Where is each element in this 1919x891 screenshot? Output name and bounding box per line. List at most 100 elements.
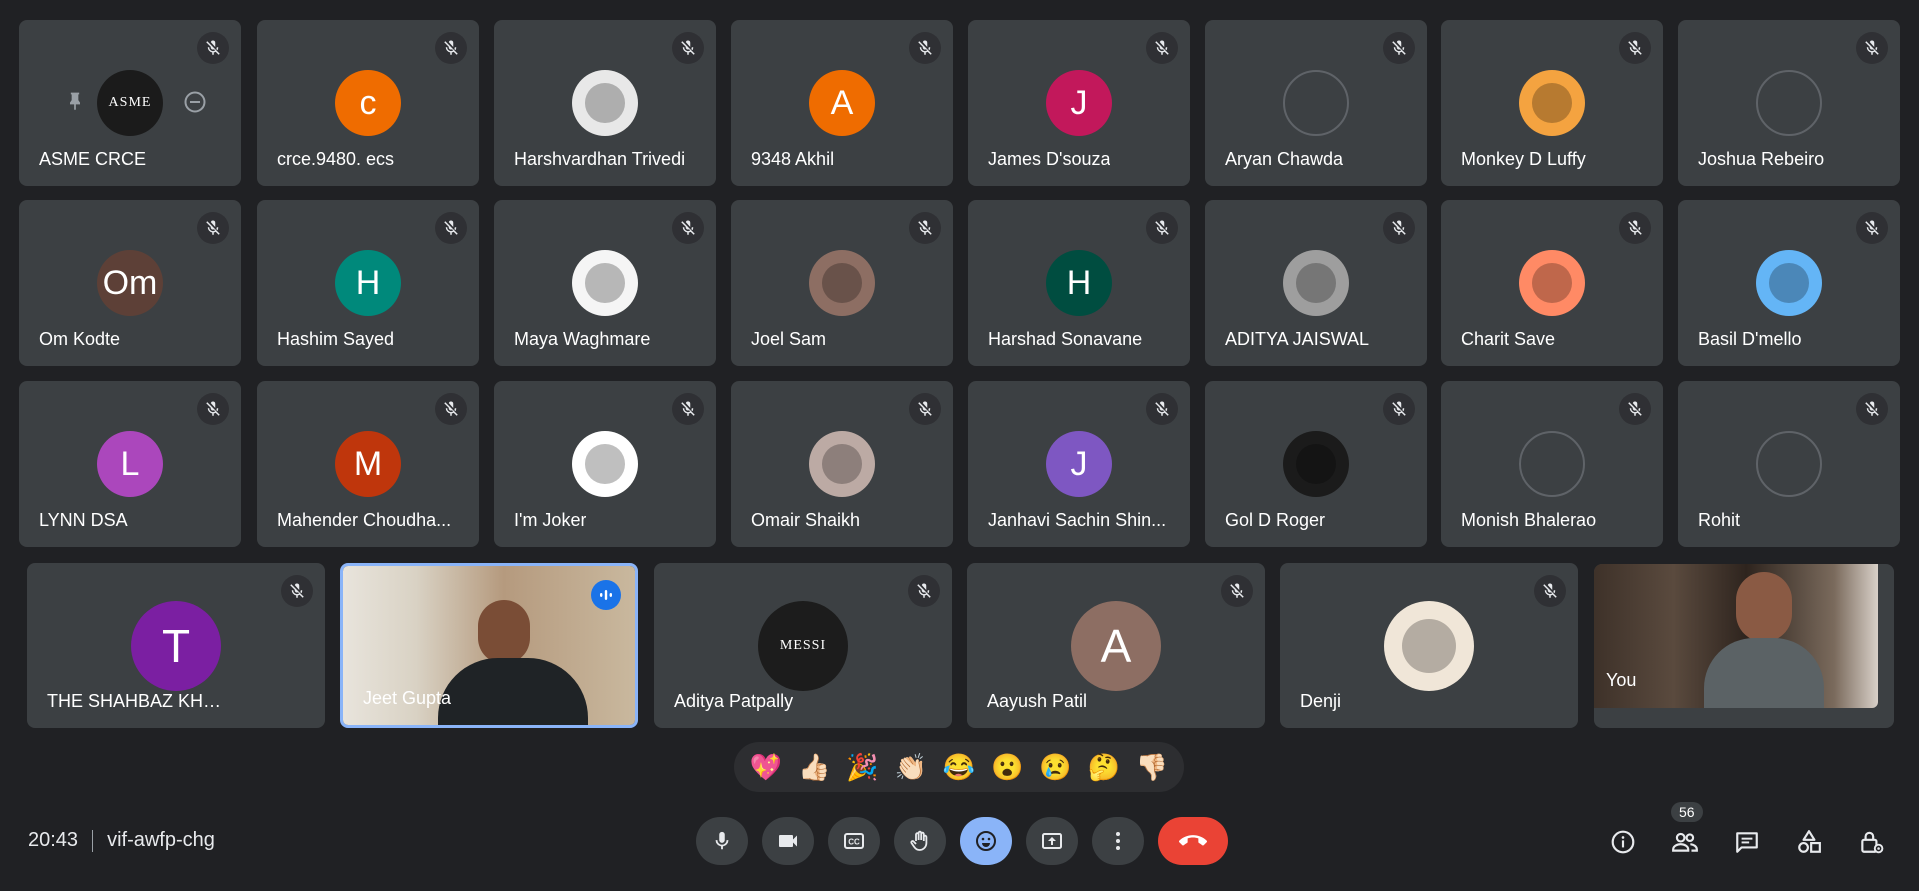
participant-name: Harshad Sonavane [988, 329, 1143, 349]
reaction-emoji[interactable]: 💖 [750, 752, 782, 783]
raise-hand-button[interactable] [894, 817, 946, 865]
more-options-button[interactable] [1092, 817, 1144, 865]
self-video [1594, 564, 1878, 708]
participant-tile-omair-shaikh[interactable]: Omair Shaikh [731, 381, 953, 547]
participant-tile-aditya-jaiswal[interactable]: ADITYA JAISWAL [1205, 200, 1427, 366]
speaking-indicator [591, 580, 621, 610]
participant-name: THE SHAHBAZ KHAN [47, 691, 227, 711]
info-button[interactable] [1603, 822, 1643, 862]
pin-button[interactable] [65, 90, 85, 112]
camera-button[interactable] [762, 817, 814, 865]
reaction-emoji[interactable]: 😢 [1039, 752, 1071, 783]
participant-shoulders [438, 658, 588, 725]
captions-button[interactable]: CC [828, 817, 880, 865]
mic-off-icon [1543, 583, 1557, 598]
mic-off-icon [290, 583, 304, 598]
end-call-button[interactable] [1158, 817, 1228, 865]
self-view-tile[interactable]: You [1594, 564, 1894, 728]
participant-tile-monkey-d-luffy[interactable]: Monkey D Luffy [1441, 20, 1663, 186]
participant-tile-aryan-chawda[interactable]: Aryan Chawda [1205, 20, 1427, 186]
muted-indicator [1383, 393, 1415, 425]
participant-tile-jeet-gupta[interactable]: Jeet Gupta [340, 563, 638, 728]
participant-tile-aditya-patpally[interactable]: MESSI Aditya Patpally [654, 563, 952, 728]
participant-tile-monish-bhalerao[interactable]: Monish Bhalerao [1441, 381, 1663, 547]
mic-off-icon [918, 401, 932, 416]
mic-off-icon [206, 220, 220, 235]
participant-name: Om Kodte [39, 329, 121, 349]
participant-tile-crce-9480-ecs[interactable]: c crce.9480. ecs [257, 20, 479, 186]
activities-button[interactable] [1789, 822, 1829, 862]
reaction-emoji[interactable]: 👏🏻 [895, 752, 927, 783]
mic-off-icon [1155, 220, 1169, 235]
emoji-button[interactable] [960, 817, 1012, 865]
participant-tile-hashim-sayed[interactable]: H Hashim Sayed [257, 200, 479, 366]
profile-photo [585, 263, 625, 303]
participant-tile-the-shahbaz-khan[interactable]: T THE SHAHBAZ KHAN [27, 563, 325, 728]
reaction-emoji[interactable]: 👍🏻 [798, 752, 830, 783]
avatar [1283, 250, 1349, 316]
avatar [1519, 70, 1585, 136]
participant-tile-denji[interactable]: Denji [1280, 563, 1578, 728]
participant-tile-asme-crce[interactable]: ASME ASME CRCE [19, 20, 241, 186]
participant-name: Gol D Roger [1225, 510, 1326, 530]
participant-name: James D'souza [988, 149, 1111, 169]
reaction-emoji[interactable]: 😂 [943, 752, 975, 783]
participant-tile-basil-d-mello[interactable]: Basil D'mello [1678, 200, 1900, 366]
participant-tile-harshad-sonavane[interactable]: H Harshad Sonavane [968, 200, 1190, 366]
people-button[interactable]: 56 [1665, 802, 1705, 862]
mic-off-icon [917, 583, 931, 598]
muted-indicator [1856, 32, 1888, 64]
muted-indicator [435, 212, 467, 244]
participant-tile-om-kodte[interactable]: Om Om Kodte [19, 200, 241, 366]
participant-face [478, 600, 530, 664]
avatar [572, 431, 638, 497]
raise-hand-icon [910, 830, 928, 851]
avatar: c [335, 70, 401, 136]
participant-tile-aayush-patil[interactable]: A Aayush Patil [967, 563, 1265, 728]
mic-button[interactable] [696, 817, 748, 865]
muted-indicator [908, 575, 940, 607]
svg-text:CC: CC [848, 838, 860, 847]
participant-tile-rohit[interactable]: Rohit [1678, 381, 1900, 547]
meeting-time: 20:43 [28, 829, 79, 851]
participant-name: LYNN DSA [39, 510, 128, 530]
mic-off-icon [1865, 40, 1879, 55]
reaction-emoji[interactable]: 👎🏻 [1136, 752, 1168, 783]
reaction-emoji[interactable]: 🤔 [1087, 752, 1119, 783]
participant-tile-joshua-rebeiro[interactable]: Joshua Rebeiro [1678, 20, 1900, 186]
present-button[interactable] [1026, 817, 1078, 865]
muted-indicator [909, 393, 941, 425]
mic-off-icon [1155, 40, 1169, 55]
participant-name: Joshua Rebeiro [1698, 149, 1825, 169]
participant-tile-janhavi-sachin-shin[interactable]: J Janhavi Sachin Shin... [968, 381, 1190, 547]
participant-tile-9348-akhil[interactable]: A 9348 Akhil [731, 20, 953, 186]
reaction-emoji[interactable]: 😮 [991, 752, 1023, 783]
participant-name: Aditya Patpally [674, 691, 794, 711]
avatar [572, 250, 638, 316]
participant-tile-james-d-souza[interactable]: J James D'souza [968, 20, 1190, 186]
remove-button[interactable] [183, 90, 207, 114]
mic-off-icon [918, 220, 932, 235]
avatar: A [1071, 600, 1161, 691]
muted-indicator [909, 32, 941, 64]
participant-tile-charit-save[interactable]: Charit Save [1441, 200, 1663, 366]
host-controls-button[interactable] [1851, 822, 1891, 862]
avatar [1756, 250, 1822, 316]
avatar: L [97, 431, 163, 497]
muted-indicator [672, 32, 704, 64]
participant-tile-mahender-choudha[interactable]: M Mahender Choudha... [257, 381, 479, 547]
participant-tile-maya-waghmare[interactable]: Maya Waghmare [494, 200, 716, 366]
participant-tile-joel-sam[interactable]: Joel Sam [731, 200, 953, 366]
participant-tile-i-m-joker[interactable]: I'm Joker [494, 381, 716, 547]
participant-name: Aayush Patil [987, 691, 1088, 711]
participant-tile-gol-d-roger[interactable]: Gol D Roger [1205, 381, 1427, 547]
self-face [1736, 572, 1792, 642]
avatar: MESSI [758, 600, 848, 691]
participant-name: 9348 Akhil [751, 149, 835, 169]
participant-tile-lynn-dsa[interactable]: L LYNN DSA [19, 381, 241, 547]
chat-button[interactable] [1727, 822, 1767, 862]
reaction-emoji[interactable]: 🎉 [846, 752, 878, 783]
meeting-code[interactable]: vif-awfp-chg [107, 829, 215, 852]
participant-tile-harshvardhan-trivedi[interactable]: Harshvardhan Trivedi [494, 20, 716, 186]
avatar: ASME [97, 70, 163, 136]
